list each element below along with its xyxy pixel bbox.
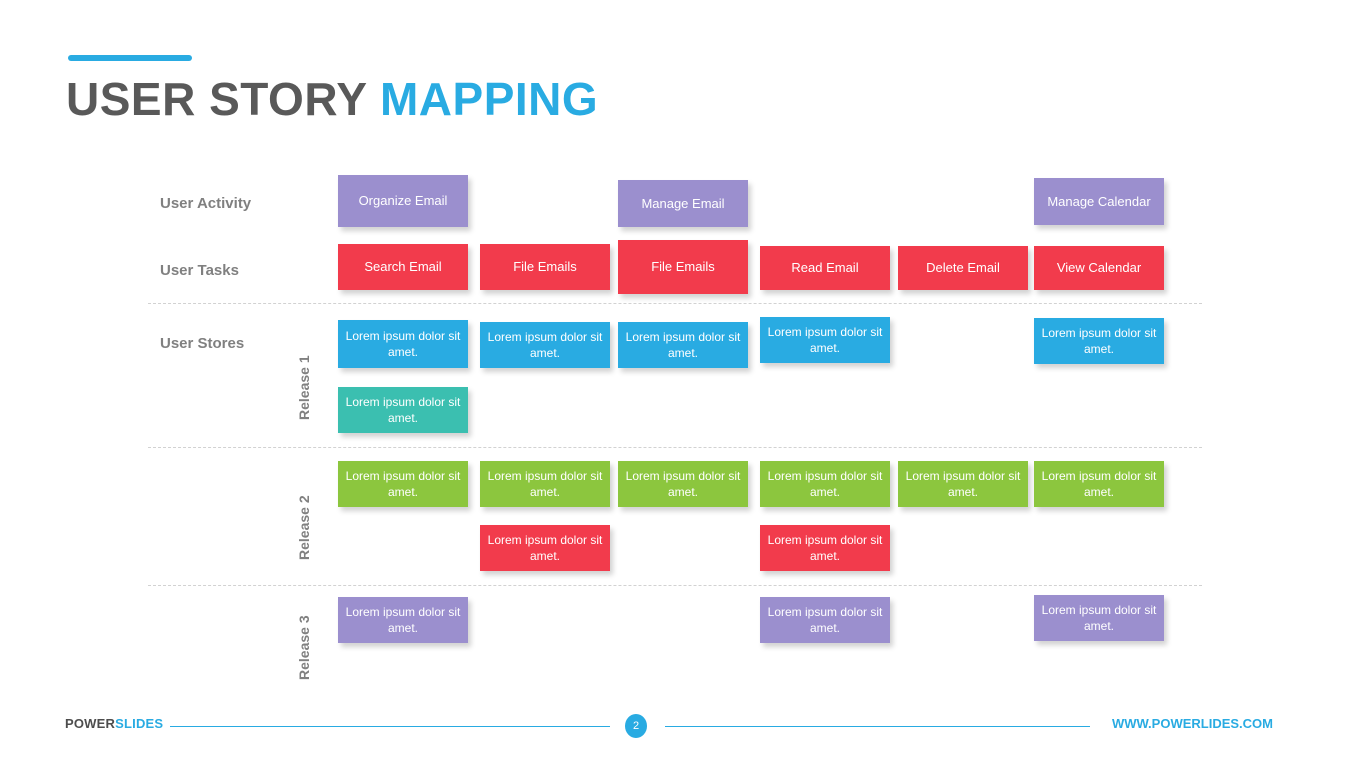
card-release-1-1[interactable]: Lorem ipsum dolor sit amet. (338, 320, 468, 368)
row-label-1: User Tasks (160, 262, 239, 279)
card-label: Lorem ipsum dolor sit amet. (345, 394, 461, 425)
card-release-2-3[interactable]: Lorem ipsum dolor sit amet. (618, 461, 748, 507)
card-label: Lorem ipsum dolor sit amet. (1041, 468, 1157, 499)
card-release-2-8[interactable]: Lorem ipsum dolor sit amet. (760, 525, 890, 571)
card-label: Lorem ipsum dolor sit amet. (767, 324, 883, 355)
page-number-badge: 2 (625, 714, 647, 738)
card-label: File Emails (513, 259, 577, 275)
page-title-main: USER STORY (66, 73, 367, 125)
card-label: Lorem ipsum dolor sit amet. (767, 604, 883, 635)
card-user-tasks-6[interactable]: View Calendar (1034, 246, 1164, 290)
card-release-2-2[interactable]: Lorem ipsum dolor sit amet. (480, 461, 610, 507)
card-user-tasks-5[interactable]: Delete Email (898, 246, 1028, 290)
card-user-activity-1[interactable]: Organize Email (338, 175, 468, 227)
card-user-tasks-4[interactable]: Read Email (760, 246, 890, 290)
card-label: Lorem ipsum dolor sit amet. (625, 329, 741, 360)
footer-logo-accent: SLIDES (115, 716, 164, 731)
card-user-tasks-3[interactable]: File Emails (618, 240, 748, 294)
card-release-2-5[interactable]: Lorem ipsum dolor sit amet. (898, 461, 1028, 507)
card-label: Lorem ipsum dolor sit amet. (345, 468, 461, 499)
card-label: Organize Email (358, 193, 448, 209)
card-label: Lorem ipsum dolor sit amet. (487, 468, 603, 499)
card-release-3-1[interactable]: Lorem ipsum dolor sit amet. (338, 597, 468, 643)
card-label: Delete Email (926, 260, 1000, 276)
title-accent-bar (68, 55, 192, 61)
card-release-1-2[interactable]: Lorem ipsum dolor sit amet. (480, 322, 610, 368)
footer-logo-main: POWER (65, 716, 116, 731)
release-label-3: Release 3 (296, 615, 312, 680)
section-separator-0 (148, 303, 1202, 304)
card-release-1-6[interactable]: Lorem ipsum dolor sit amet. (338, 387, 468, 433)
card-label: Lorem ipsum dolor sit amet. (345, 604, 461, 635)
card-label: View Calendar (1056, 260, 1142, 276)
card-release-2-7[interactable]: Lorem ipsum dolor sit amet. (480, 525, 610, 571)
card-label: Manage Email (641, 195, 725, 211)
card-user-activity-2[interactable]: Manage Email (618, 180, 748, 227)
footer-divider-left (170, 726, 610, 727)
card-label: Lorem ipsum dolor sit amet. (905, 468, 1021, 499)
footer-url[interactable]: WWW.POWERLIDES.COM (1112, 716, 1273, 731)
card-label: Lorem ipsum dolor sit amet. (1041, 602, 1157, 633)
card-release-3-3[interactable]: Lorem ipsum dolor sit amet. (1034, 595, 1164, 641)
card-label: Lorem ipsum dolor sit amet. (767, 532, 883, 563)
card-release-1-5[interactable]: Lorem ipsum dolor sit amet. (1034, 318, 1164, 364)
row-label-2: User Stores (160, 335, 245, 352)
section-separator-1 (148, 447, 1202, 448)
card-label: Lorem ipsum dolor sit amet. (767, 468, 883, 499)
card-label: Read Email (791, 260, 859, 276)
card-label: File Emails (651, 259, 715, 275)
page-title: USER STORY MAPPING (66, 72, 598, 126)
card-release-1-4[interactable]: Lorem ipsum dolor sit amet. (760, 317, 890, 363)
release-label-1: Release 1 (296, 355, 312, 420)
slide-root: USER STORY MAPPING User Activity User Tas… (0, 0, 1365, 767)
card-release-2-4[interactable]: Lorem ipsum dolor sit amet. (760, 461, 890, 507)
card-release-3-2[interactable]: Lorem ipsum dolor sit amet. (760, 597, 890, 643)
section-separator-2 (148, 585, 1202, 586)
page-title-accent: MAPPING (379, 73, 599, 125)
card-user-tasks-1[interactable]: Search Email (338, 244, 468, 290)
footer-logo: POWERSLIDES (65, 716, 163, 731)
release-label-2: Release 2 (296, 495, 312, 560)
card-label: Manage Calendar (1047, 193, 1151, 209)
footer-divider-right (665, 726, 1090, 727)
card-label: Lorem ipsum dolor sit amet. (1041, 325, 1157, 356)
row-label-0: User Activity (160, 195, 252, 212)
card-release-2-1[interactable]: Lorem ipsum dolor sit amet. (338, 461, 468, 507)
card-label: Lorem ipsum dolor sit amet. (487, 329, 603, 360)
card-user-activity-3[interactable]: Manage Calendar (1034, 178, 1164, 225)
card-label: Lorem ipsum dolor sit amet. (625, 468, 741, 499)
card-user-tasks-2[interactable]: File Emails (480, 244, 610, 290)
card-label: Search Email (364, 259, 442, 275)
card-release-2-6[interactable]: Lorem ipsum dolor sit amet. (1034, 461, 1164, 507)
card-label: Lorem ipsum dolor sit amet. (487, 532, 603, 563)
card-label: Lorem ipsum dolor sit amet. (345, 328, 461, 359)
card-release-1-3[interactable]: Lorem ipsum dolor sit amet. (618, 322, 748, 368)
